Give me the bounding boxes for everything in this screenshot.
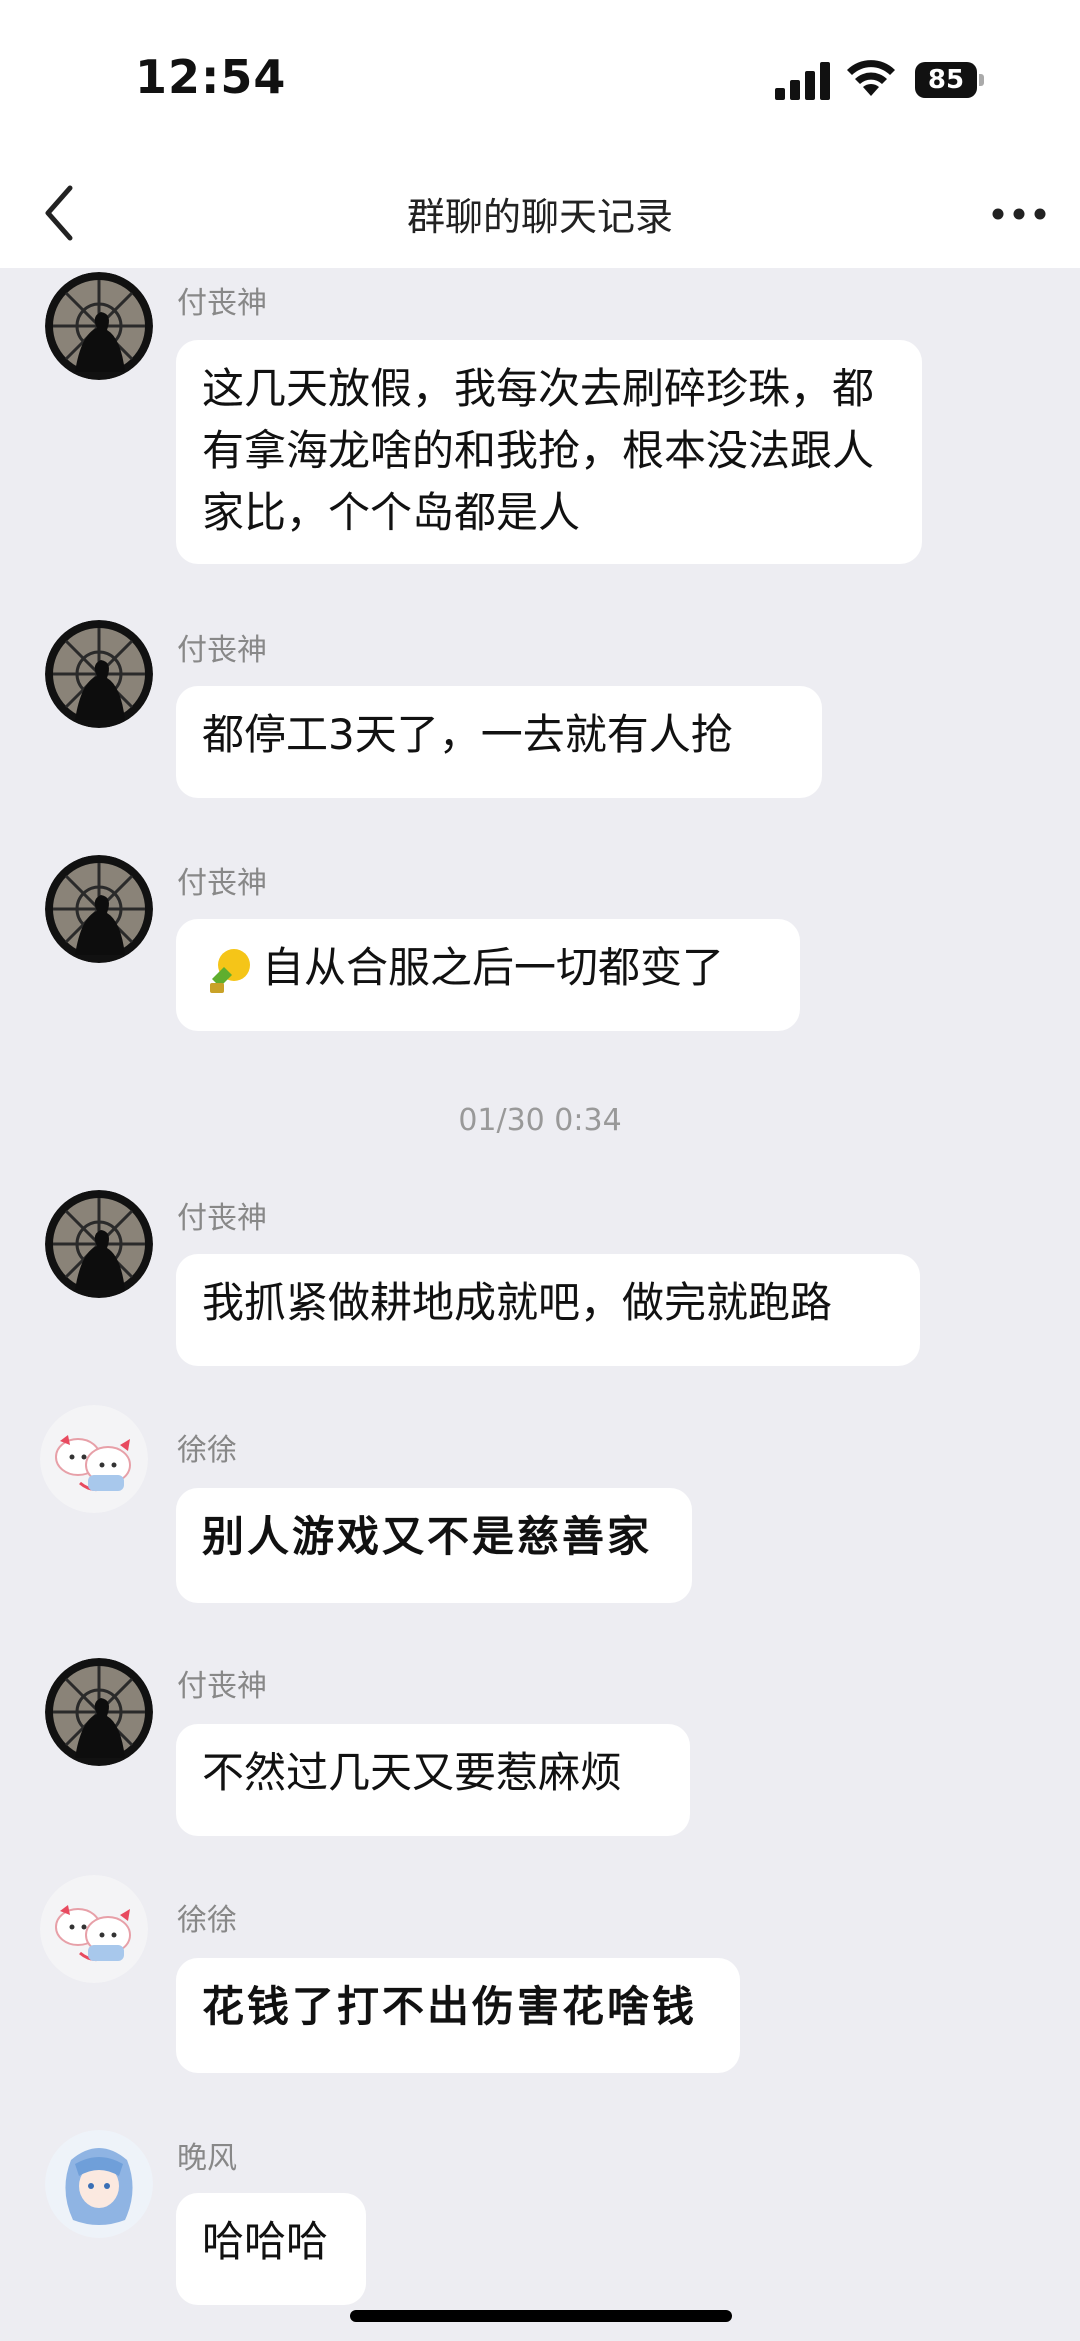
home-indicator[interactable] (350, 2310, 732, 2322)
battery-level: 85 (927, 65, 965, 95)
back-button[interactable] (40, 180, 100, 246)
more-options-button[interactable] (990, 190, 1048, 238)
wifi-icon (847, 60, 895, 96)
message-sender: 晚风 (177, 2141, 237, 2176)
message-sender: 付丧神 (177, 1669, 267, 1704)
message-bubble[interactable]: 这几天放假，我每次去刷碎珍珠，都有拿海龙啥的和我抢，根本没法跟人家比，个个岛都是… (176, 340, 922, 564)
message-bubble[interactable]: 不然过几天又要惹麻烦 (176, 1724, 690, 1836)
nav-bar: 群聊的聊天记录 (0, 160, 1080, 268)
page-title: 群聊的聊天记录 (406, 195, 673, 239)
message-sender: 徐徐 (177, 1903, 237, 1938)
battery-icon: 85 (915, 62, 985, 98)
avatar-fushangshen[interactable] (45, 1190, 153, 1298)
timestamp-divider: 01/30 0:34 (458, 1103, 622, 1138)
message-bubble[interactable]: 哈哈哈 (176, 2193, 366, 2305)
message-text: 自从合服之后一切都变了 (262, 943, 725, 992)
message-bubble[interactable]: 花钱了打不出伤害花啥钱 (176, 1958, 740, 2073)
cellular-signal-icon (775, 62, 830, 100)
avatar-xuxu[interactable] (40, 1405, 148, 1513)
message-sender: 付丧神 (177, 1201, 267, 1236)
message-bubble[interactable]: 别人游戏又不是慈善家 (176, 1488, 692, 1603)
message-sender: 付丧神 (177, 866, 267, 901)
message-bubble[interactable]: 我抓紧做耕地成就吧，做完就跑路 (176, 1254, 920, 1366)
status-time: 12:54 (135, 50, 287, 104)
avatar-fushangshen[interactable] (45, 272, 153, 380)
avatar-fushangshen[interactable] (45, 620, 153, 728)
message-bubble[interactable]: 都停工3天了，一去就有人抢 (176, 686, 822, 798)
message-bubble[interactable]: 自从合服之后一切都变了 (176, 919, 800, 1031)
avatar-fushangshen[interactable] (45, 1658, 153, 1766)
avatar-fushangshen[interactable] (45, 855, 153, 963)
message-sender: 徐徐 (177, 1433, 237, 1468)
message-sender: 付丧神 (177, 633, 267, 668)
message-sender: 付丧神 (177, 286, 267, 321)
status-bar: 12:54 85 (0, 0, 1080, 160)
avatar-xuxu[interactable] (40, 1875, 148, 1983)
lightbulb-sticker-icon (210, 948, 250, 993)
avatar-wanfeng[interactable] (45, 2130, 153, 2238)
